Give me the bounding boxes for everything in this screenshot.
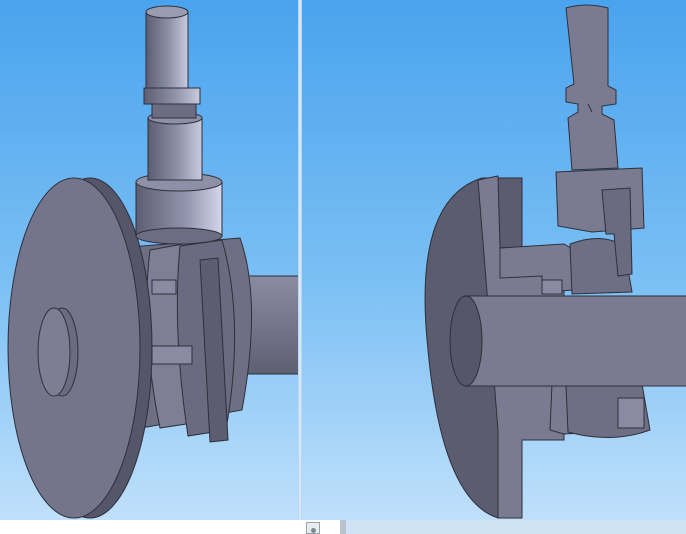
view-thumbnail-icon[interactable] bbox=[306, 522, 320, 534]
cad-viewport-left[interactable] bbox=[0, 0, 298, 520]
cad-viewport-right[interactable] bbox=[302, 0, 686, 520]
strip-separator bbox=[340, 520, 346, 534]
status-strip-right bbox=[346, 520, 686, 534]
valve-assembly-cross-section bbox=[424, 4, 686, 519]
valve-assembly-exterior bbox=[7, 5, 298, 519]
